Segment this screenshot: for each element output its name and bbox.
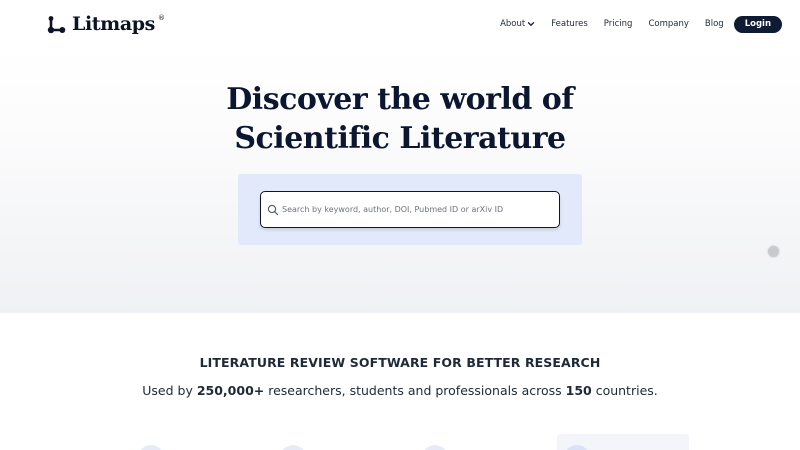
feature-icon-circle bbox=[280, 445, 306, 450]
page: Litmaps ® About Features Pricing Company… bbox=[0, 0, 800, 450]
nav-item-label: About bbox=[500, 19, 526, 29]
nav-item-label: Blog bbox=[704, 19, 724, 29]
nav-item-features[interactable]: Features bbox=[543, 19, 596, 29]
hero-title-line-1: Discover the world of bbox=[226, 82, 574, 117]
brand-logo[interactable]: Litmaps ® bbox=[46, 13, 165, 35]
registered-mark: ® bbox=[157, 14, 165, 22]
nav-item-blog[interactable]: Blog bbox=[697, 19, 732, 29]
login-button[interactable]: Login bbox=[733, 15, 782, 33]
search-icon bbox=[267, 204, 279, 215]
nav-item-label: Features bbox=[551, 19, 588, 29]
search-input[interactable] bbox=[282, 205, 552, 214]
main-nav: About Features Pricing Company Blog Logi… bbox=[492, 15, 782, 33]
feature-icon-circle bbox=[422, 445, 448, 450]
floating-indicator-dot[interactable] bbox=[768, 246, 779, 257]
section-tagline: LITERATURE REVIEW SOFTWARE FOR BETTER RE… bbox=[199, 355, 601, 370]
feature-icon-circle bbox=[564, 445, 590, 450]
chevron-down-icon bbox=[528, 22, 535, 27]
hero-title-line-2: Scientific Literature bbox=[234, 121, 566, 156]
stats-countries: 150 bbox=[565, 383, 592, 398]
nav-item-about[interactable]: About bbox=[492, 19, 543, 29]
nav-item-label: Company bbox=[648, 19, 689, 29]
stats-middle: researchers, students and professionals … bbox=[264, 383, 566, 398]
brand-name: Litmaps bbox=[72, 13, 155, 35]
stats-suffix: countries. bbox=[591, 383, 658, 398]
usage-stats: Used by 250,000+ researchers, students a… bbox=[0, 383, 800, 398]
search-box[interactable] bbox=[260, 191, 560, 228]
site-header: Litmaps ® About Features Pricing Company… bbox=[0, 0, 800, 48]
nav-item-label: Pricing bbox=[603, 19, 633, 29]
feature-card[interactable] bbox=[557, 434, 689, 450]
stats-users: 250,000+ bbox=[196, 383, 265, 398]
feature-icon-circle bbox=[138, 445, 164, 450]
hero-section: Discover the world of Scientific Literat… bbox=[0, 48, 800, 313]
litmaps-logo-icon bbox=[47, 16, 66, 34]
search-panel bbox=[238, 174, 582, 245]
hero-title: Discover the world of Scientific Literat… bbox=[0, 80, 800, 158]
nav-item-company[interactable]: Company bbox=[640, 19, 696, 29]
nav-item-pricing[interactable]: Pricing bbox=[596, 19, 641, 29]
stats-prefix: Used by bbox=[142, 383, 197, 398]
